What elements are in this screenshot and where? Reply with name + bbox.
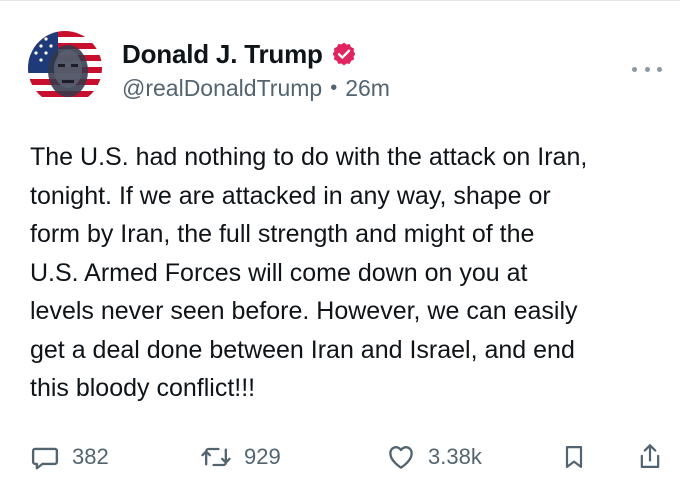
avatar[interactable] xyxy=(28,31,102,105)
like-count: 3.38k xyxy=(428,444,482,469)
more-options-icon[interactable] xyxy=(632,59,662,79)
author-meta-row: @realDonaldTrump • 26m xyxy=(122,75,390,102)
repost-button[interactable]: 929 xyxy=(200,437,281,477)
post-card: Donald J. Trump @realDonaldTrump • 26m T… xyxy=(0,0,680,491)
heart-icon xyxy=(389,446,413,469)
bookmark-button[interactable] xyxy=(560,437,588,477)
bookmark-icon xyxy=(565,445,583,469)
post-actions-bar: 382 929 3.38k xyxy=(30,437,670,477)
author-handle[interactable]: @realDonaldTrump xyxy=(122,75,322,102)
post-body-text: The U.S. had nothing to do with the atta… xyxy=(30,143,588,402)
post-timestamp[interactable]: 26m xyxy=(345,75,390,102)
share-button[interactable] xyxy=(636,437,664,477)
repost-count: 929 xyxy=(244,444,281,469)
reply-icon xyxy=(31,447,59,470)
repost-icon xyxy=(201,447,231,467)
like-button[interactable]: 3.38k xyxy=(386,437,482,477)
avatar-flag-portrait xyxy=(28,31,102,105)
share-icon xyxy=(640,444,660,469)
reply-button[interactable]: 382 xyxy=(30,437,109,477)
meta-separator: • xyxy=(330,77,338,99)
author-display-name[interactable]: Donald J. Trump xyxy=(122,39,323,70)
verified-badge-icon xyxy=(331,41,357,67)
reply-count: 382 xyxy=(72,444,109,469)
author-name-row: Donald J. Trump xyxy=(122,37,357,71)
